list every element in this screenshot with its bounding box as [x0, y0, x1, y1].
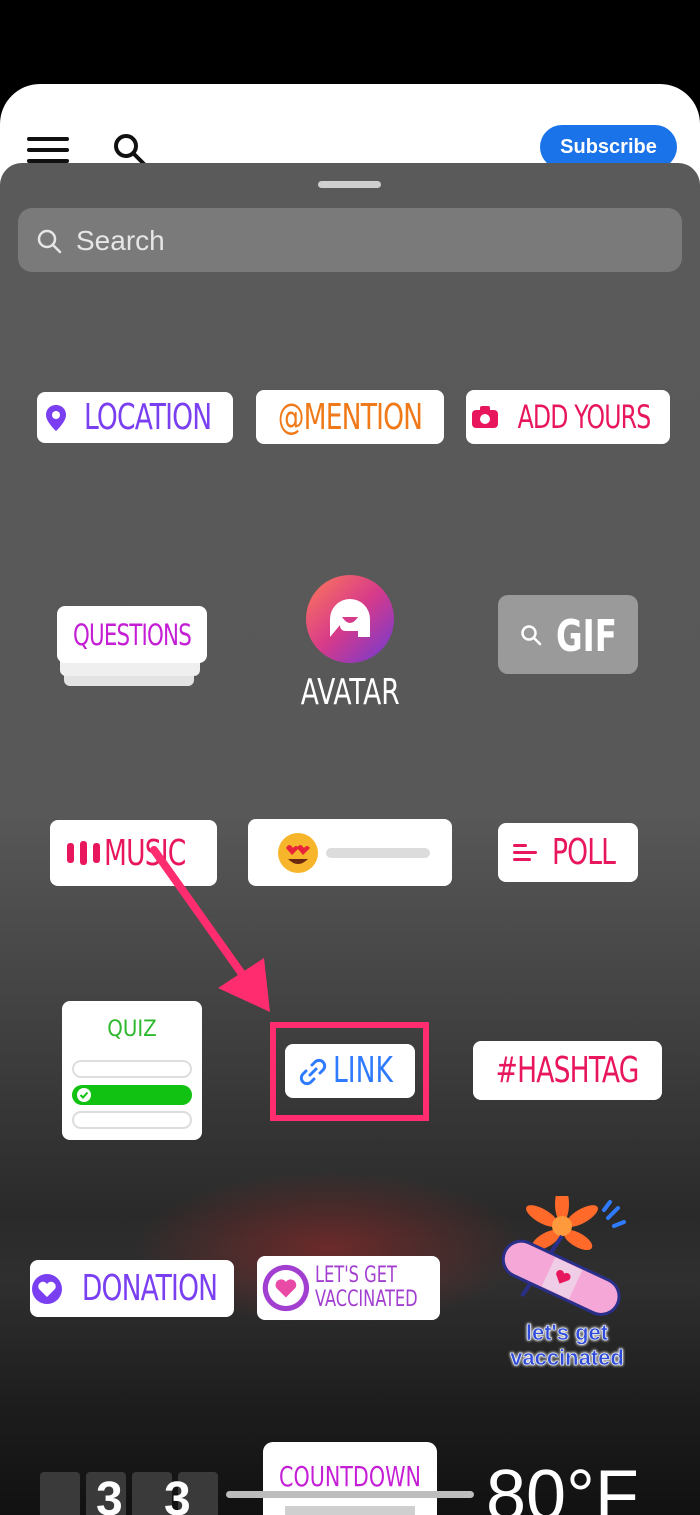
sheet-grabber-handle[interactable]: [318, 181, 381, 188]
avatar-sticker[interactable]: [306, 575, 394, 663]
quiz-label: QUIZ: [107, 1017, 157, 1042]
mention-label: @MENTION: [277, 396, 423, 438]
link-chain-icon: [299, 1058, 327, 1086]
location-sticker[interactable]: LOCATION: [37, 392, 233, 443]
poll-label: POLL: [552, 832, 616, 873]
avatar-face-icon: [330, 599, 370, 637]
annotation-arrow-icon: [150, 846, 270, 1012]
quiz-option: [72, 1060, 192, 1078]
add-yours-label: ADD YOURS: [517, 398, 652, 436]
temperature-sticker[interactable]: 80°F: [486, 1456, 700, 1515]
slider-track[interactable]: [326, 847, 430, 858]
lets-get-vaccinated-sticker[interactable]: LET'S GET VACCINATED: [257, 1256, 440, 1320]
hashtag-label: #HASHTAG: [496, 1050, 640, 1091]
poll-lines-icon: [513, 843, 538, 861]
hamburger-menu-icon[interactable]: [27, 137, 69, 163]
gif-search-icon: [521, 625, 542, 646]
poll-sticker[interactable]: POLL: [498, 823, 638, 882]
location-label: LOCATION: [84, 397, 212, 438]
checkmark-icon: [77, 1088, 91, 1102]
location-pin-icon: [46, 404, 67, 431]
clock-digits: 3 3 3: [96, 1473, 226, 1515]
home-indicator[interactable]: [226, 1491, 474, 1498]
bandage-flower-icon[interactable]: [492, 1196, 642, 1326]
questions-sticker[interactable]: QUESTIONS: [57, 606, 207, 663]
questions-label: QUESTIONS: [72, 617, 192, 652]
hashtag-sticker[interactable]: #HASHTAG: [473, 1041, 662, 1100]
heart-location-icon: [262, 1264, 310, 1312]
countdown-sticker[interactable]: COUNTDOWN: [263, 1442, 437, 1515]
donation-sticker[interactable]: DONATION: [30, 1260, 234, 1317]
music-bars-icon: [67, 841, 100, 865]
camera-icon: [471, 406, 498, 428]
donation-label: DONATION: [82, 1268, 218, 1309]
vaccinated-line-2: VACCINATED: [314, 1287, 418, 1312]
search-placeholder: Search: [76, 225, 165, 256]
add-yours-sticker[interactable]: ADD YOURS: [466, 390, 670, 444]
vaccinated-art-line-2: vaccinated: [510, 1345, 624, 1371]
gif-label: GIF: [556, 611, 617, 662]
vaccinated-art-line-1: let's get: [525, 1320, 609, 1346]
vaccinated-line-1: LET'S GET: [314, 1263, 397, 1288]
mention-sticker[interactable]: @MENTION: [256, 390, 444, 444]
vaccinated-text-block: LET'S GET VACCINATED: [315, 1264, 440, 1312]
search-icon: [37, 229, 62, 254]
heart-circle-icon: [32, 1273, 63, 1304]
avatar-label: AVATAR: [300, 672, 400, 713]
vaccinated-art-text: let's get vaccinated: [492, 1320, 642, 1371]
clock-sticker[interactable]: 3 3 3: [40, 1472, 226, 1515]
countdown-label: COUNTDOWN: [279, 1460, 421, 1493]
link-label: LINK: [333, 1050, 393, 1091]
quiz-option: [72, 1111, 192, 1129]
